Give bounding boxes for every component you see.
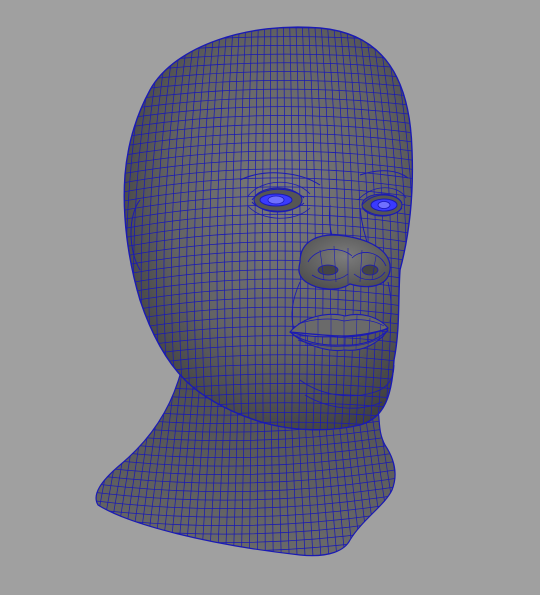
viewport-canvas[interactable] — [0, 0, 540, 595]
mesh-edge — [96, 375, 113, 556]
mesh-edge — [96, 552, 396, 556]
mesh-edge — [96, 375, 119, 556]
3d-viewport[interactable] — [0, 0, 540, 595]
head-mesh[interactable] — [110, 20, 430, 452]
